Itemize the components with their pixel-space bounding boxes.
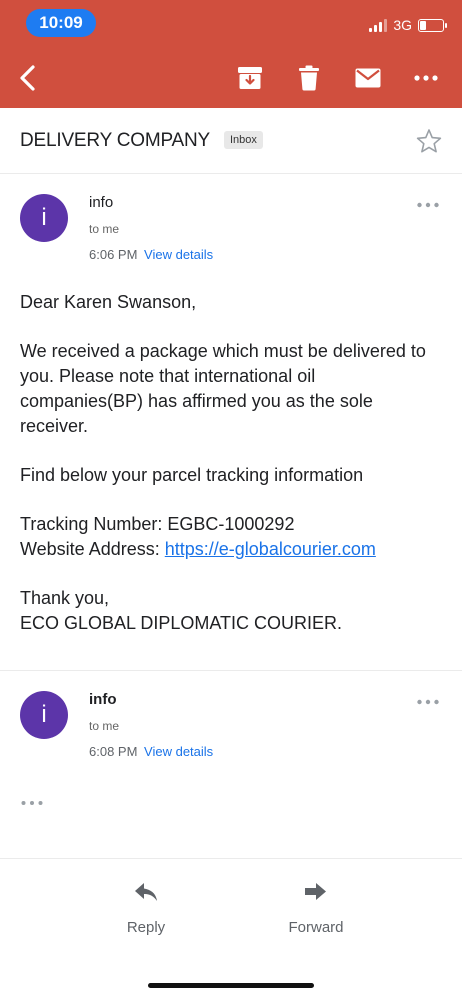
- message-time: 6:08 PM: [89, 744, 138, 759]
- message-more-button[interactable]: [416, 196, 440, 210]
- message-body: Dear Karen Swanson, We received a packag…: [20, 290, 440, 660]
- recipient-line: to me: [89, 222, 120, 236]
- battery-level: [420, 20, 426, 30]
- more-options-button[interactable]: [408, 60, 444, 96]
- trash-icon: [299, 65, 319, 91]
- show-trimmed-content-button[interactable]: [20, 794, 46, 806]
- sender-avatar[interactable]: i: [20, 691, 68, 739]
- website-link[interactable]: https://e-globalcourier.com: [165, 539, 376, 559]
- message-meta: 6:06 PM View details: [89, 247, 213, 262]
- forward-icon: [305, 883, 326, 900]
- more-horizontal-icon: [414, 75, 438, 81]
- star-button[interactable]: [416, 128, 442, 154]
- sender-name: info: [89, 691, 117, 708]
- more-horizontal-icon: [417, 202, 439, 208]
- message-header-1[interactable]: i info to me 6:06 PM View details: [0, 174, 462, 274]
- reply-icon: [135, 883, 157, 901]
- more-horizontal-icon: [21, 801, 43, 805]
- chevron-left-icon: [20, 65, 35, 91]
- body-paragraph: We received a package which must be deli…: [20, 341, 426, 436]
- inbox-label[interactable]: Inbox: [224, 131, 263, 149]
- message-meta: 6:08 PM View details: [89, 744, 213, 759]
- tracking-block: Tracking Number: EGBC-1000292 Website Ad…: [20, 512, 440, 562]
- view-details-link[interactable]: View details: [144, 247, 213, 262]
- home-indicator[interactable]: [148, 983, 314, 988]
- recipient-line: to me: [89, 719, 120, 733]
- network-type: 3G: [393, 17, 412, 33]
- subject-row: DELIVERY COMPANY Inbox: [0, 108, 462, 174]
- body-paragraph: Find below your parcel tracking informat…: [20, 465, 364, 485]
- signature-block: Thank you, ECO GLOBAL DIPLOMATIC COURIER…: [20, 586, 440, 636]
- signal-icon: [369, 18, 388, 32]
- message-time: 6:06 PM: [89, 247, 138, 262]
- mark-unread-button[interactable]: [350, 60, 386, 96]
- status-bar: 10:09 3G: [0, 0, 462, 48]
- reply-actions-bar: Reply Forward: [0, 858, 462, 1000]
- signature: ECO GLOBAL DIPLOMATIC COURIER.: [20, 613, 343, 633]
- forward-button[interactable]: Forward: [266, 881, 366, 936]
- archive-icon: [238, 67, 262, 89]
- view-details-link[interactable]: View details: [144, 744, 213, 759]
- message-more-button[interactable]: [416, 693, 440, 707]
- more-horizontal-icon: [417, 699, 439, 705]
- reply-label: Reply: [126, 919, 166, 936]
- battery-icon: [418, 18, 447, 32]
- forward-label: Forward: [288, 919, 344, 936]
- archive-button[interactable]: [232, 60, 268, 96]
- tracking-number: Tracking Number: EGBC-1000292: [20, 514, 295, 534]
- app-header: 10:09 3G: [0, 0, 462, 108]
- status-time: 10:09: [26, 9, 96, 37]
- website-label: Website Address:: [20, 539, 165, 559]
- greeting: Dear Karen Swanson,: [20, 292, 197, 312]
- sender-name: info: [89, 194, 114, 211]
- email-subject: DELIVERY COMPANY: [20, 130, 211, 151]
- star-outline-icon: [416, 129, 442, 153]
- signoff: Thank you,: [20, 588, 110, 608]
- envelope-icon: [355, 68, 381, 88]
- message-toolbar: [0, 48, 462, 108]
- back-button[interactable]: [10, 60, 46, 96]
- sender-avatar[interactable]: i: [20, 194, 68, 242]
- status-indicators: 3G: [369, 16, 447, 34]
- reply-button[interactable]: Reply: [96, 881, 196, 936]
- delete-button[interactable]: [291, 60, 327, 96]
- message-header-2[interactable]: i info to me 6:08 PM View details: [0, 671, 462, 771]
